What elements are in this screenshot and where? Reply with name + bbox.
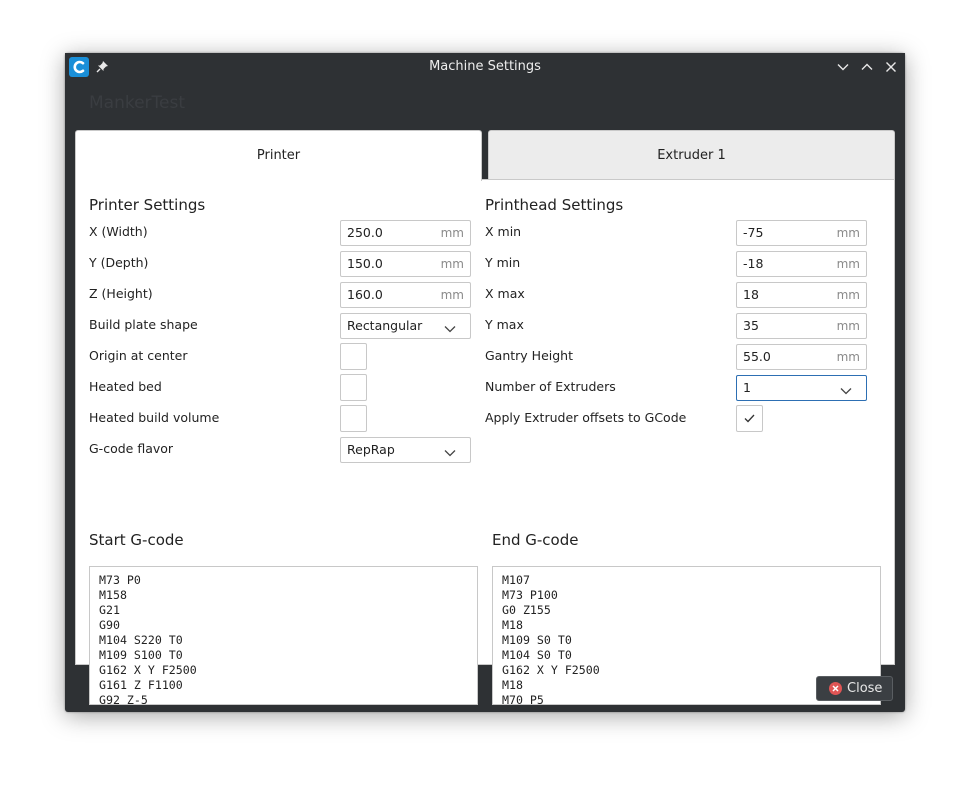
close-circle-icon <box>829 682 842 699</box>
z-height-input[interactable]: 160.0 mm <box>340 282 471 308</box>
tab-printer[interactable]: Printer <box>75 130 482 181</box>
heated-build-volume-checkbox[interactable] <box>340 405 367 432</box>
end-gcode-text: M107 M73 P100 G0 Z155 M18 M109 S0 T0 M10… <box>502 573 600 705</box>
start-gcode-text: M73 P0 M158 G21 G90 M104 S220 T0 M109 S1… <box>99 573 197 705</box>
close-button-label: Close <box>847 681 883 696</box>
printer-settings-title: Printer Settings <box>89 196 206 214</box>
title-bar[interactable]: Machine Settings <box>65 53 905 81</box>
origin-at-center-checkbox[interactable] <box>340 343 367 370</box>
gcode-flavor-label: G-code flavor <box>89 441 174 456</box>
x-max-input[interactable]: 18 mm <box>736 282 867 308</box>
gcode-flavor-select[interactable]: RepRap <box>340 437 471 463</box>
start-gcode-editor[interactable]: M73 P0 M158 G21 G90 M104 S220 T0 M109 S1… <box>89 566 478 705</box>
y-min-input[interactable]: -18 mm <box>736 251 867 277</box>
chevron-down-icon <box>840 384 852 399</box>
x-width-label: X (Width) <box>89 224 148 239</box>
x-min-label: X min <box>485 224 522 239</box>
y-max-input[interactable]: 35 mm <box>736 313 867 339</box>
printhead-settings-title: Printhead Settings <box>485 196 624 214</box>
minimize-button[interactable] <box>835 59 851 75</box>
chevron-down-icon <box>444 322 456 337</box>
window-title: Machine Settings <box>429 59 541 74</box>
origin-at-center-label: Origin at center <box>89 348 188 363</box>
number-of-extruders-select[interactable]: 1 <box>736 375 867 401</box>
build-plate-shape-select[interactable]: Rectangular <box>340 313 471 339</box>
x-max-label: X max <box>485 286 525 301</box>
y-depth-label: Y (Depth) <box>89 255 149 270</box>
apply-extruder-offsets-checkbox[interactable] <box>736 405 763 432</box>
checkmark-icon <box>744 414 755 423</box>
heated-bed-checkbox[interactable] <box>340 374 367 401</box>
heated-build-volume-label: Heated build volume <box>89 410 220 425</box>
number-of-extruders-label: Number of Extruders <box>485 379 616 394</box>
tab-extruder-1[interactable]: Extruder 1 <box>488 130 895 180</box>
printer-settings-panel: Printer Settings X (Width) 250.0 mm Y (D… <box>75 179 895 705</box>
build-plate-shape-label: Build plate shape <box>89 317 198 332</box>
printer-name: MankerTest <box>89 93 186 113</box>
apply-extruder-offsets-label: Apply Extruder offsets to GCode <box>485 410 687 425</box>
chevron-down-icon <box>444 446 456 461</box>
x-min-input[interactable]: -75 mm <box>736 220 867 246</box>
end-gcode-title: End G-code <box>492 531 579 549</box>
gantry-height-label: Gantry Height <box>485 348 574 363</box>
window-close-button[interactable] <box>883 59 899 75</box>
x-width-input[interactable]: 250.0 mm <box>340 220 471 246</box>
heated-bed-label: Heated bed <box>89 379 162 394</box>
y-depth-input[interactable]: 150.0 mm <box>340 251 471 277</box>
maximize-button[interactable] <box>859 59 875 75</box>
close-button[interactable]: Close <box>816 676 893 701</box>
y-min-label: Y min <box>485 255 521 270</box>
start-gcode-title: Start G-code <box>89 531 184 549</box>
gantry-height-input[interactable]: 55.0 mm <box>736 344 867 370</box>
machine-settings-window: Machine Settings MankerTest Printer Extr… <box>65 53 905 712</box>
y-max-label: Y max <box>485 317 524 332</box>
z-height-label: Z (Height) <box>89 286 153 301</box>
